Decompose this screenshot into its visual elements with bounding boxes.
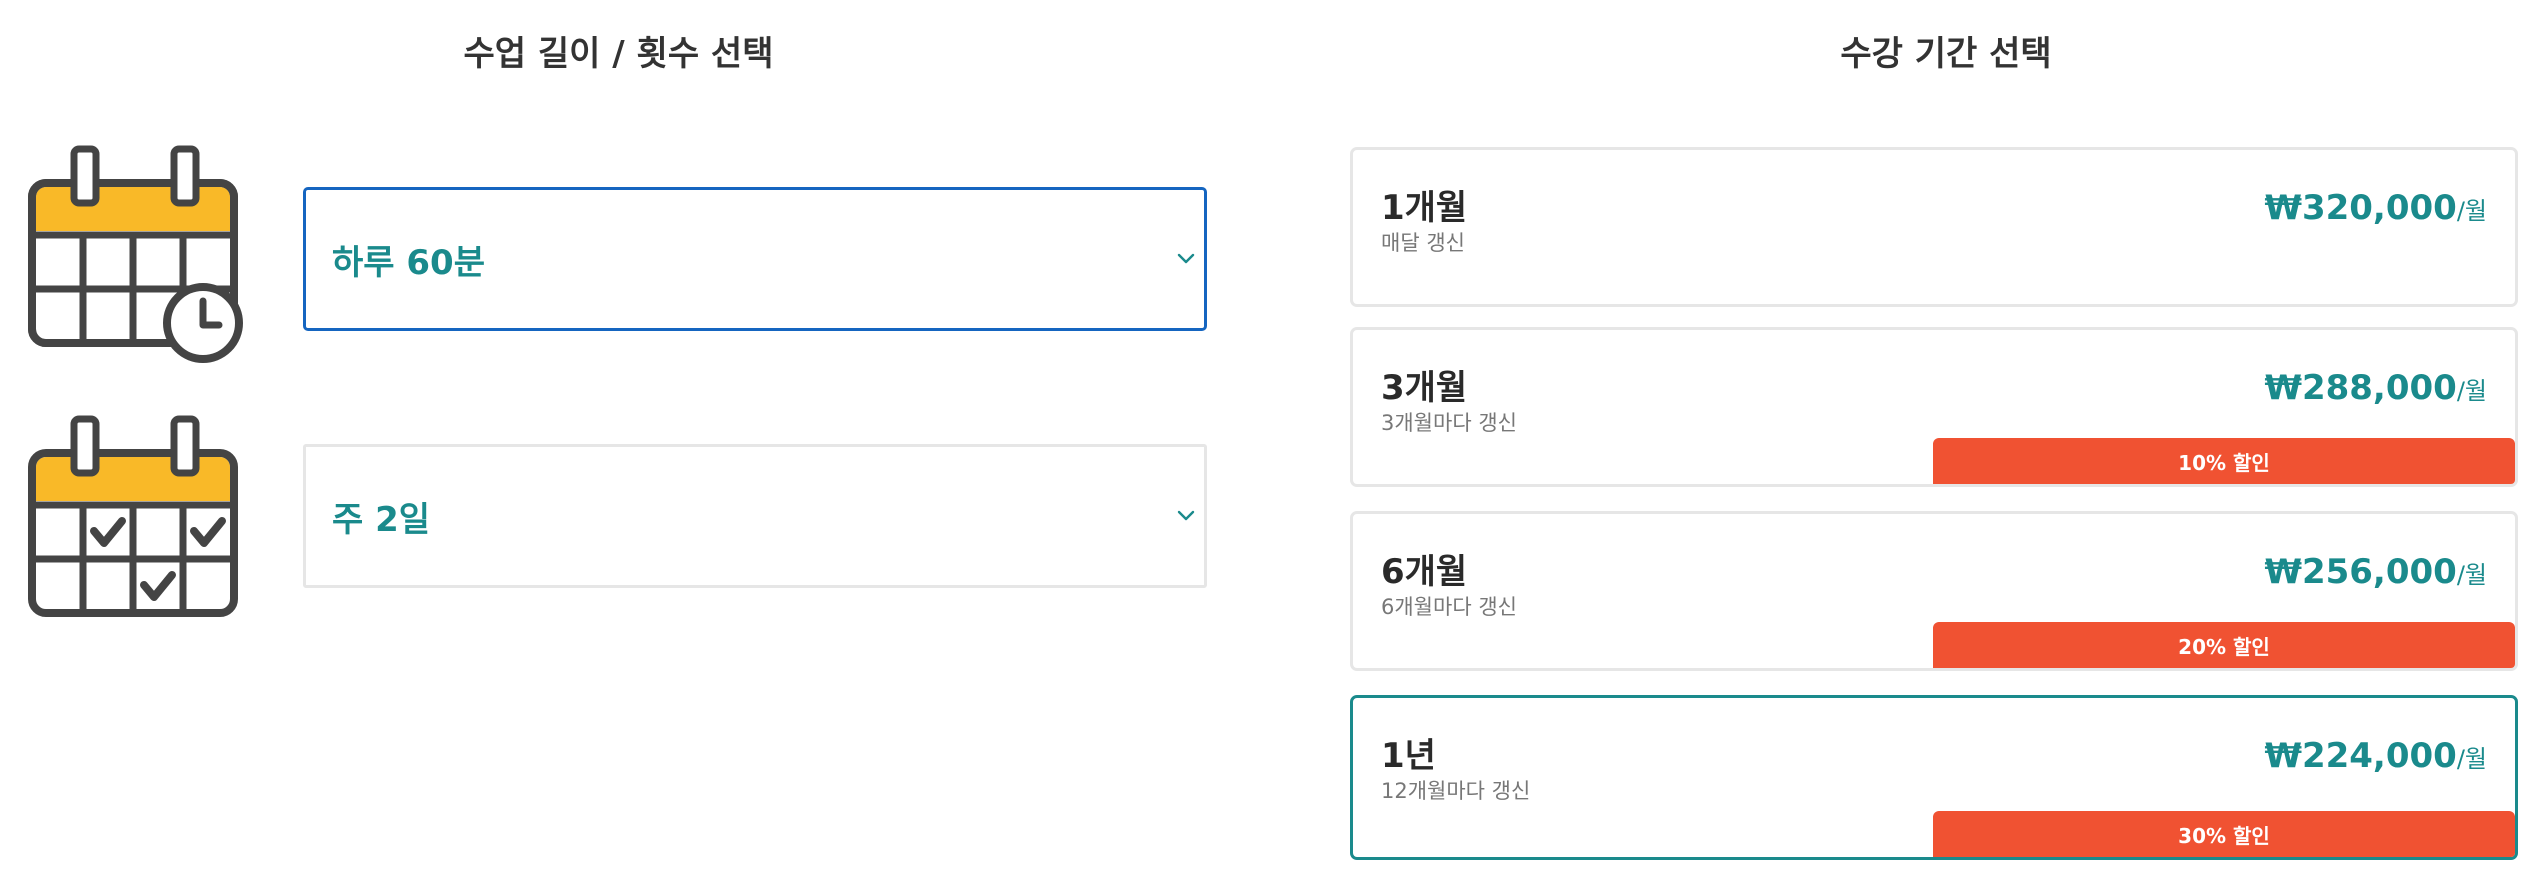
price-amount: ₩256,000	[2264, 552, 2457, 592]
price-unit: /월	[2456, 561, 2487, 589]
price-unit: /월	[2456, 197, 2487, 225]
plan-name: 3개월	[1381, 368, 1468, 408]
lesson-frequency-select[interactable]: 주 2일	[303, 444, 1207, 588]
plan-price: ₩256,000/월	[2264, 550, 2487, 600]
chevron-down-icon	[1177, 510, 1195, 521]
plan-price: ₩320,000/월	[2264, 186, 2487, 236]
period-title: 수강 기간 선택	[1840, 34, 2052, 74]
plan-renewal: 3개월마다 갱신	[1381, 411, 1517, 435]
plan-price: ₩288,000/월	[2264, 366, 2487, 416]
discount-badge: 20% 할인	[1933, 622, 2515, 668]
plan-option-1-month[interactable]: 1개월 매달 갱신 ₩320,000/월	[1350, 147, 2518, 307]
price-unit: /월	[2456, 377, 2487, 405]
plan-option-6-months[interactable]: 6개월 6개월마다 갱신 ₩256,000/월 20% 할인	[1350, 511, 2518, 671]
plan-name: 1년	[1381, 736, 1436, 776]
discount-badge: 30% 할인	[1933, 811, 2515, 857]
lesson-duration-select[interactable]: 하루 60분	[303, 187, 1207, 331]
price-unit: /월	[2456, 745, 2487, 773]
duration-frequency-title: 수업 길이 / 횟수 선택	[463, 34, 774, 74]
price-amount: ₩288,000	[2264, 368, 2457, 408]
lesson-duration-value: 하루 60분	[332, 242, 485, 283]
plan-price: ₩224,000/월	[2264, 734, 2487, 784]
plan-name: 6개월	[1381, 552, 1468, 592]
plan-option-3-months[interactable]: 3개월 3개월마다 갱신 ₩288,000/월 10% 할인	[1350, 327, 2518, 487]
calendar-clock-icon	[28, 143, 244, 363]
plan-renewal: 매달 갱신	[1381, 231, 1465, 255]
price-amount: ₩224,000	[2264, 736, 2457, 776]
plan-name: 1개월	[1381, 188, 1468, 228]
discount-badge: 10% 할인	[1933, 438, 2515, 484]
plan-renewal: 12개월마다 갱신	[1381, 779, 1531, 803]
plan-renewal: 6개월마다 갱신	[1381, 595, 1517, 619]
price-amount: ₩320,000	[2264, 188, 2457, 228]
chevron-down-icon	[1177, 253, 1195, 264]
plan-option-1-year[interactable]: 1년 12개월마다 갱신 ₩224,000/월 30% 할인	[1350, 695, 2518, 860]
lesson-frequency-value: 주 2일	[332, 499, 431, 540]
calendar-check-icon	[28, 413, 244, 633]
